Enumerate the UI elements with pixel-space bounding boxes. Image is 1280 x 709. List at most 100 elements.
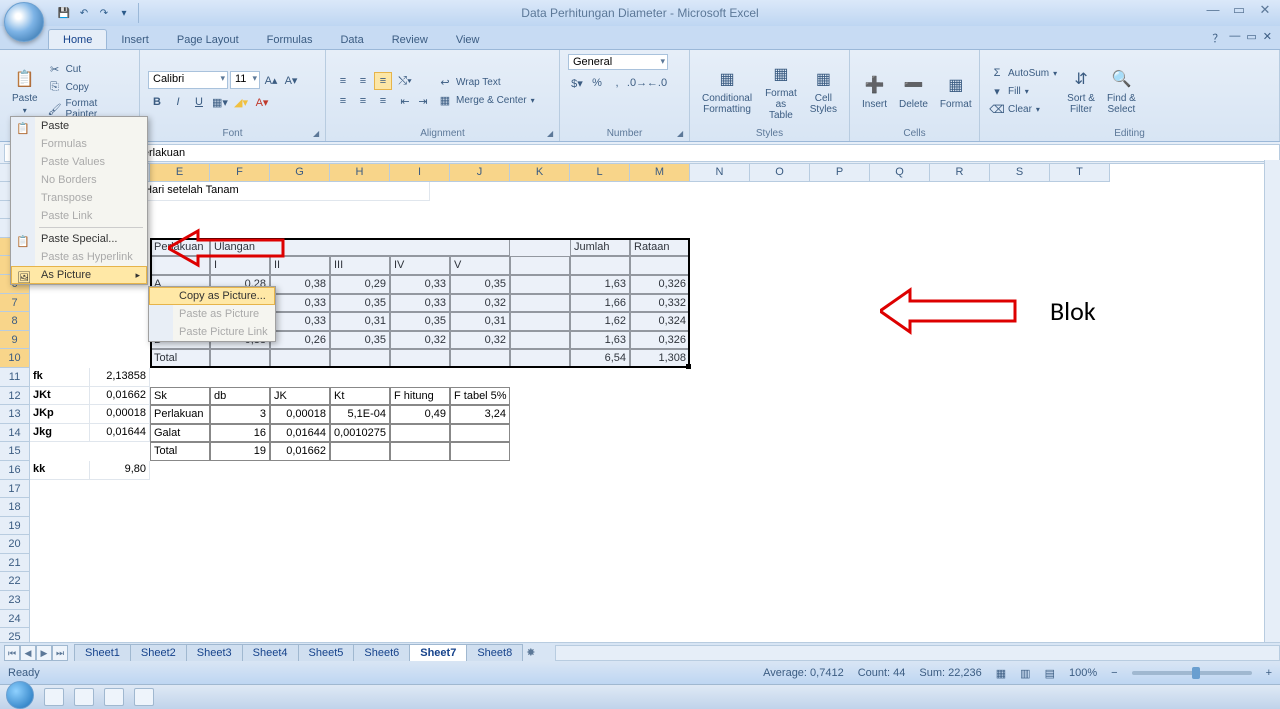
paste-menu-formulas[interactable]: Formulas <box>11 135 147 153</box>
cell-G5[interactable]: II <box>270 256 330 275</box>
cell-D16[interactable]: 9,80 <box>90 461 150 480</box>
paste-menu-special[interactable]: 📋Paste Special... <box>11 230 147 248</box>
sheet-tab-sheet2[interactable]: Sheet2 <box>130 644 187 661</box>
cell-H15[interactable] <box>330 442 390 461</box>
cell-G8[interactable]: 0,33 <box>270 312 330 331</box>
cell-E13[interactable]: Perlakuan <box>150 405 210 424</box>
row-head-12[interactable]: 12 <box>0 387 30 406</box>
view-normal-icon[interactable]: ▦ <box>996 667 1006 680</box>
tab-home[interactable]: Home <box>48 29 107 49</box>
row-head-17[interactable]: 17 <box>0 480 30 499</box>
row-head-7[interactable]: 7 <box>0 294 30 313</box>
sheet-tab-sheet6[interactable]: Sheet6 <box>353 644 410 661</box>
tab-nav-first[interactable]: ⏮ <box>4 645 20 661</box>
tab-nav-last[interactable]: ⏭ <box>52 645 68 661</box>
taskbar-app-4[interactable] <box>134 688 154 706</box>
tab-data[interactable]: Data <box>326 30 377 49</box>
cell-I14[interactable] <box>390 424 450 443</box>
indent-more-icon[interactable]: ⇥ <box>414 92 432 110</box>
col-head-S[interactable]: S <box>990 164 1050 182</box>
cell-H7[interactable]: 0,35 <box>330 294 390 313</box>
zoom-level[interactable]: 100% <box>1069 667 1097 679</box>
cell-D14[interactable]: 0,01644 <box>90 424 150 443</box>
cell-C16[interactable]: kk <box>30 461 90 480</box>
cell-I7[interactable]: 0,33 <box>390 294 450 313</box>
cell-F5[interactable]: I <box>210 256 270 275</box>
conditional-formatting-button[interactable]: ▦Conditional Formatting <box>698 65 756 117</box>
submenu-paste-picture-link[interactable]: Paste Picture Link <box>149 323 275 341</box>
tab-view[interactable]: View <box>442 30 494 49</box>
new-sheet-icon[interactable]: ✸ <box>526 646 535 659</box>
wrap-text-button[interactable]: ↩Wrap Text <box>436 74 537 90</box>
number-format-combo[interactable]: General <box>568 54 668 70</box>
col-head-H[interactable]: H <box>330 164 390 182</box>
col-head-I[interactable]: I <box>390 164 450 182</box>
tab-nav-next[interactable]: ▶ <box>36 645 52 661</box>
cell-H14[interactable]: 0,0010275 <box>330 424 390 443</box>
cell-I6[interactable]: 0,33 <box>390 275 450 294</box>
orientation-icon[interactable]: ⤭▾ <box>396 72 414 90</box>
close-ribbon-icon[interactable]: ✕ <box>1263 30 1272 46</box>
cell-H8[interactable]: 0,31 <box>330 312 390 331</box>
cell-I12[interactable]: F hitung <box>390 387 450 406</box>
tab-insert[interactable]: Insert <box>107 30 163 49</box>
cell-G9[interactable]: 0,26 <box>270 331 330 350</box>
cell-C11[interactable]: fk <box>30 368 90 387</box>
redo-icon[interactable]: ↷ <box>96 5 112 21</box>
cell-E15[interactable]: Total <box>150 442 210 461</box>
cell-J12[interactable]: F tabel 5% <box>450 387 510 406</box>
fill-color-button[interactable]: ◢▾ <box>232 93 250 111</box>
col-head-M[interactable]: M <box>630 164 690 182</box>
sheet-tab-sheet8[interactable]: Sheet8 <box>466 644 523 661</box>
font-launcher[interactable]: ◢ <box>313 129 323 139</box>
font-name-combo[interactable]: Calibri <box>148 71 228 89</box>
percent-icon[interactable]: % <box>588 74 606 92</box>
paste-menu-values[interactable]: Paste Values <box>11 153 147 171</box>
cell-J14[interactable] <box>450 424 510 443</box>
shrink-font-icon[interactable]: A▾ <box>282 71 300 89</box>
col-head-T[interactable]: T <box>1050 164 1110 182</box>
cell-G12[interactable]: JK <box>270 387 330 406</box>
cell-K8[interactable] <box>510 312 570 331</box>
col-head-J[interactable]: J <box>450 164 510 182</box>
cell-F13[interactable]: 3 <box>210 405 270 424</box>
cell-L8[interactable]: 1,62 <box>570 312 630 331</box>
cell-G14[interactable]: 0,01644 <box>270 424 330 443</box>
cell-K7[interactable] <box>510 294 570 313</box>
cell-L5[interactable] <box>570 256 630 275</box>
restore-button[interactable]: ▭ <box>1230 2 1248 18</box>
merge-center-button[interactable]: ▦Merge & Center ▾ <box>436 92 537 108</box>
column-headers[interactable]: CDEFGHIJKLMNOPQRST <box>30 164 1110 182</box>
autosum-button[interactable]: ΣAutoSum▾ <box>988 65 1059 81</box>
row-head-25[interactable]: 25 <box>0 628 30 642</box>
cell-I15[interactable] <box>390 442 450 461</box>
cell-L7[interactable]: 1,66 <box>570 294 630 313</box>
cell-J6[interactable]: 0,35 <box>450 275 510 294</box>
taskbar-app-3[interactable] <box>104 688 124 706</box>
row-head-8[interactable]: 8 <box>0 312 30 331</box>
taskbar-app-1[interactable] <box>44 688 64 706</box>
cell-K5[interactable] <box>510 256 570 275</box>
cell-J5[interactable]: V <box>450 256 510 275</box>
save-icon[interactable]: 💾 <box>56 5 72 21</box>
row-head-9[interactable]: 9 <box>0 331 30 350</box>
qat-custom-icon[interactable]: ▾ <box>116 5 132 21</box>
cell-D11[interactable]: 2,13858 <box>90 368 150 387</box>
cell-M7[interactable]: 0,332 <box>630 294 690 313</box>
row-head-15[interactable]: 15 <box>0 442 30 461</box>
row-head-20[interactable]: 20 <box>0 535 30 554</box>
align-bottom-icon[interactable]: ≡ <box>374 72 392 90</box>
cell-I13[interactable]: 0,49 <box>390 405 450 424</box>
cell-M6[interactable]: 0,326 <box>630 275 690 294</box>
cell-K6[interactable] <box>510 275 570 294</box>
col-head-L[interactable]: L <box>570 164 630 182</box>
paste-button[interactable]: 📋 Paste ▾ <box>8 65 42 117</box>
row-head-21[interactable]: 21 <box>0 554 30 573</box>
paste-menu-link[interactable]: Paste Link <box>11 207 147 225</box>
indent-less-icon[interactable]: ⇤ <box>396 92 414 110</box>
start-button[interactable] <box>6 681 34 709</box>
cell-M4[interactable]: Rataan <box>630 238 690 257</box>
number-launcher[interactable]: ◢ <box>677 129 687 139</box>
bold-button[interactable]: B <box>148 93 166 111</box>
cell-E10[interactable]: Total <box>150 349 210 368</box>
